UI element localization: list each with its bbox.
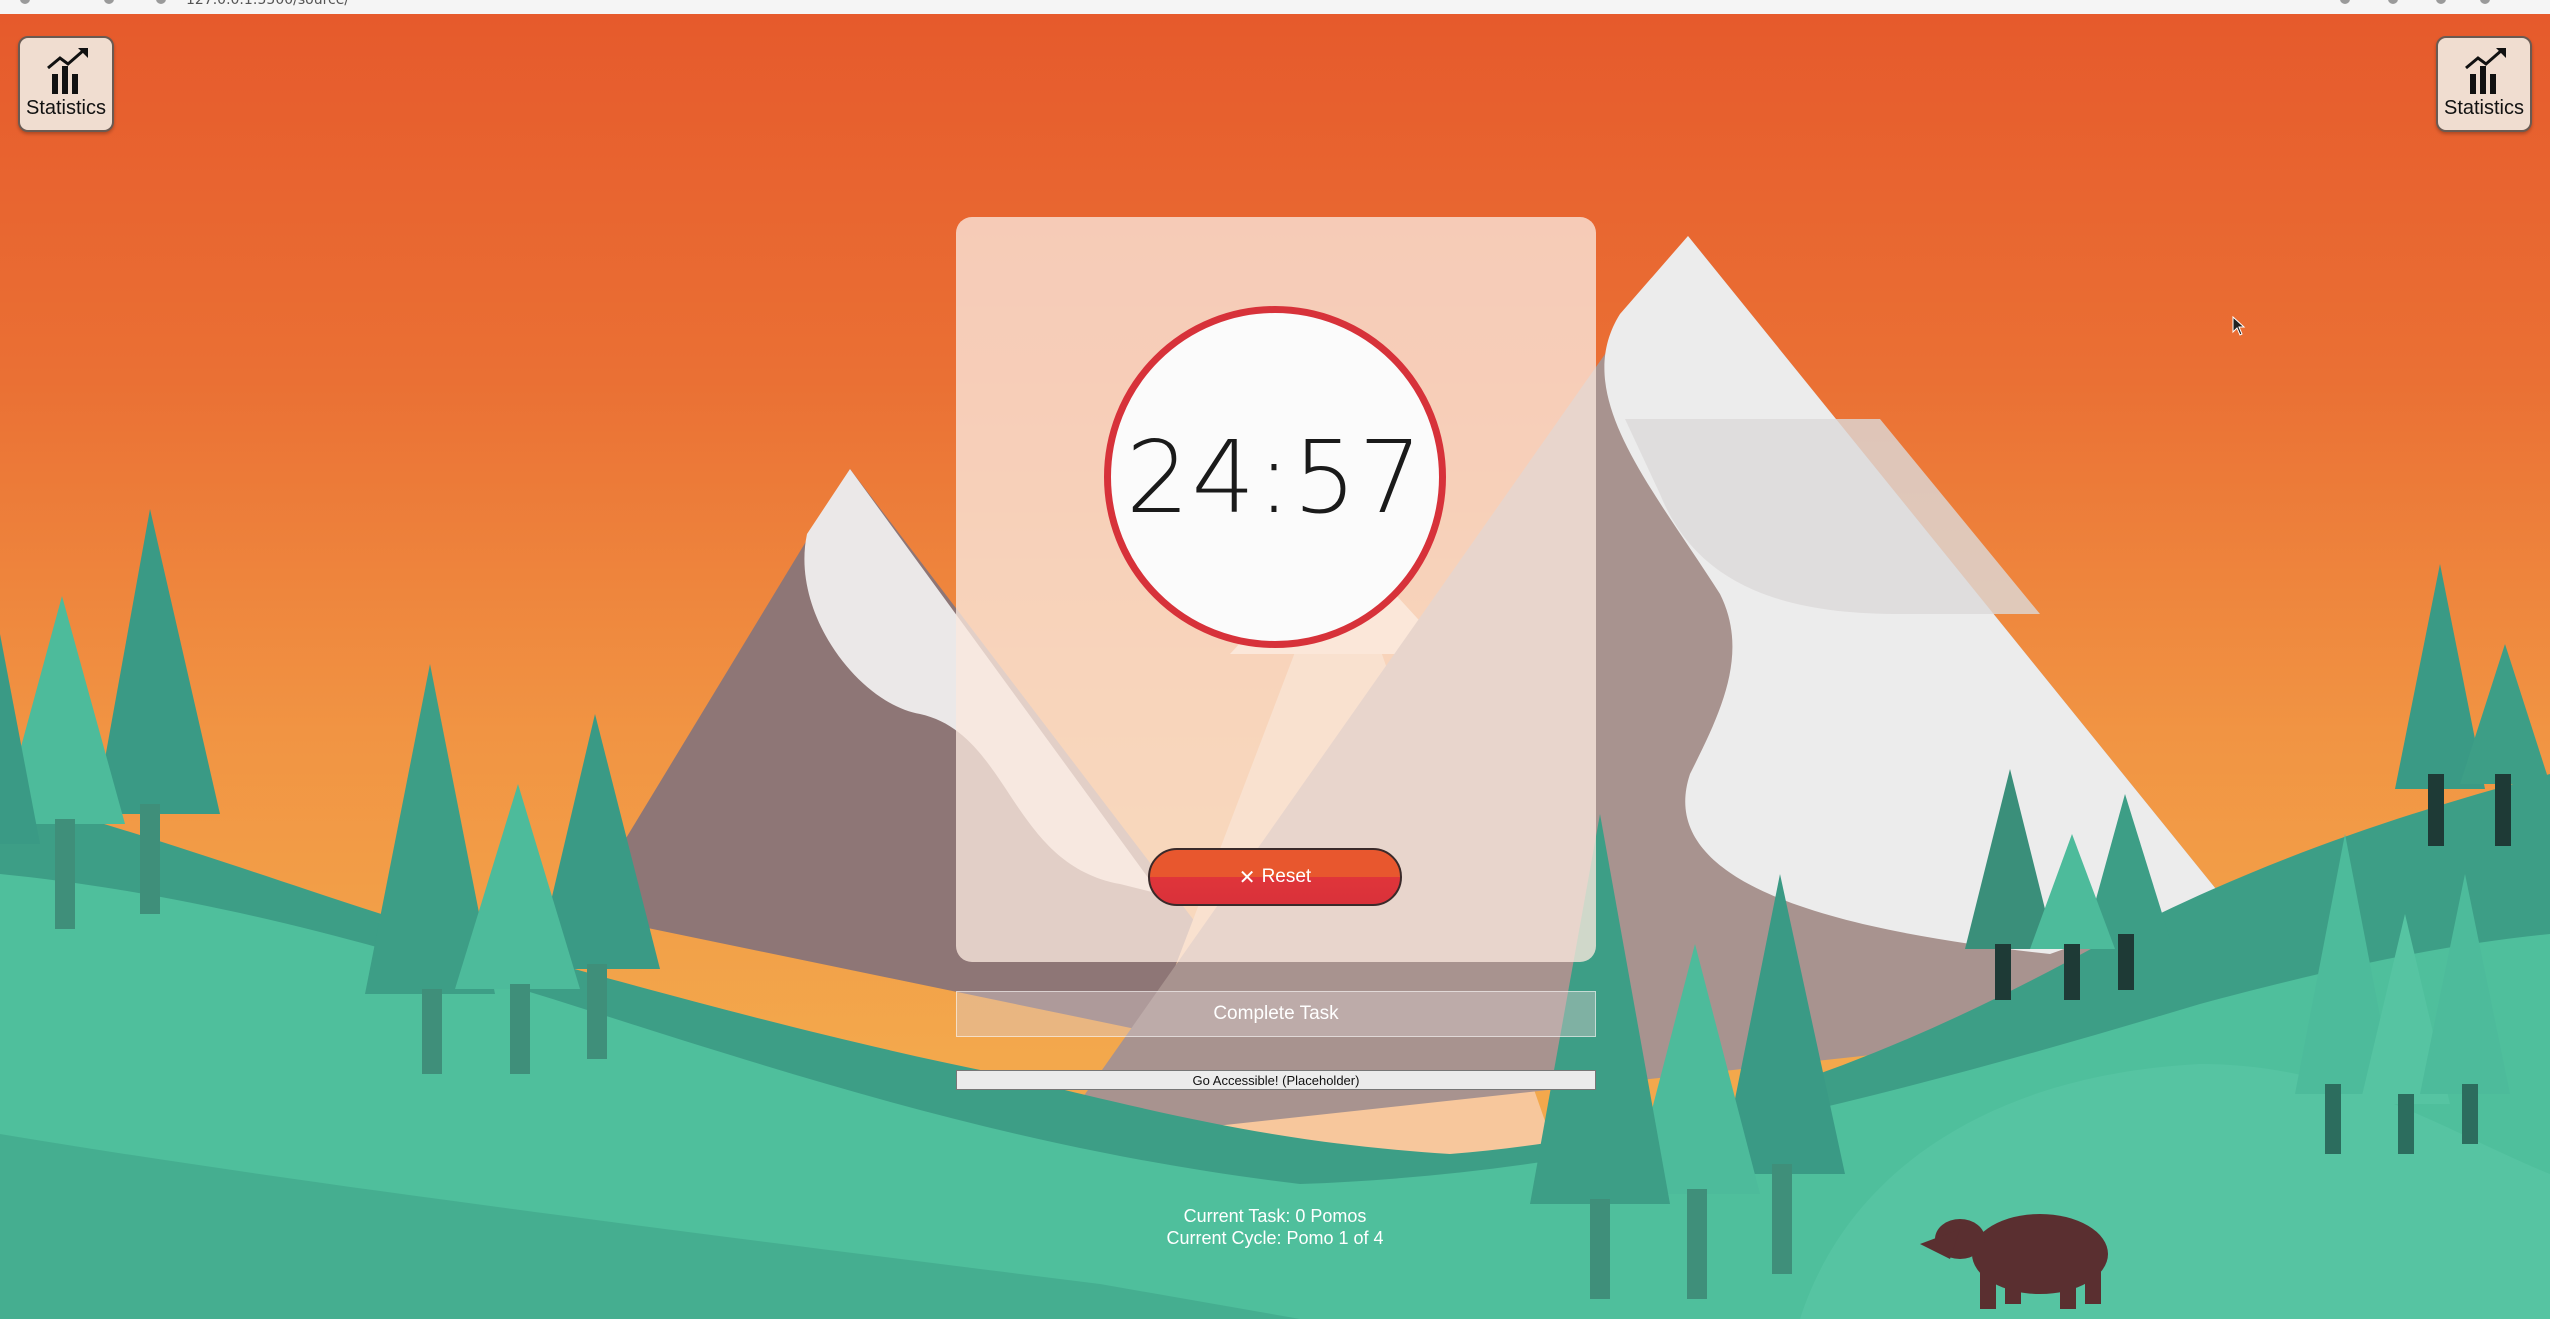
- go-accessible-button[interactable]: Go Accessible! (Placeholder): [956, 1070, 1596, 1090]
- status-panel: Current Task: 0 Pomos Current Cycle: Pom…: [1000, 1205, 1550, 1249]
- site-info-icon[interactable]: [156, 0, 166, 4]
- reset-label: Reset: [1261, 866, 1312, 887]
- statistics-button-left[interactable]: Statistics: [18, 36, 114, 132]
- chart-trend-icon: [47, 48, 88, 94]
- extension-icon[interactable]: [2340, 0, 2350, 4]
- browser-bar: 127.0.0.1:5500/source/: [0, 0, 2550, 15]
- reload-icon[interactable]: [104, 0, 114, 4]
- complete-task-label: Complete Task: [1213, 1003, 1339, 1024]
- current-cycle-text: Current Cycle: Pomo 1 of 4: [1166, 1228, 1384, 1248]
- reset-button[interactable]: ✕ Reset: [1148, 848, 1402, 906]
- profile-icon[interactable]: [2480, 0, 2490, 4]
- mouse-cursor-icon: [2232, 316, 2246, 336]
- bookmark-icon[interactable]: [2388, 0, 2398, 4]
- timer-display: 24:57: [1125, 418, 1425, 536]
- current-task-text: Current Task: 0 Pomos: [1183, 1206, 1367, 1226]
- back-icon[interactable]: [20, 0, 30, 4]
- chart-trend-icon: [2465, 48, 2506, 94]
- statistics-label: Statistics: [2443, 97, 2525, 119]
- tab-icon[interactable]: [2436, 0, 2446, 4]
- timer-circle: 24:57: [1104, 306, 1446, 648]
- statistics-button-right[interactable]: Statistics: [2436, 36, 2532, 132]
- complete-task-button[interactable]: Complete Task: [956, 991, 1596, 1037]
- go-accessible-label: Go Accessible! (Placeholder): [1192, 1072, 1360, 1088]
- address-bar[interactable]: 127.0.0.1:5500/source/: [186, 0, 349, 8]
- statistics-label: Statistics: [25, 97, 107, 119]
- close-icon: ✕: [1238, 866, 1256, 889]
